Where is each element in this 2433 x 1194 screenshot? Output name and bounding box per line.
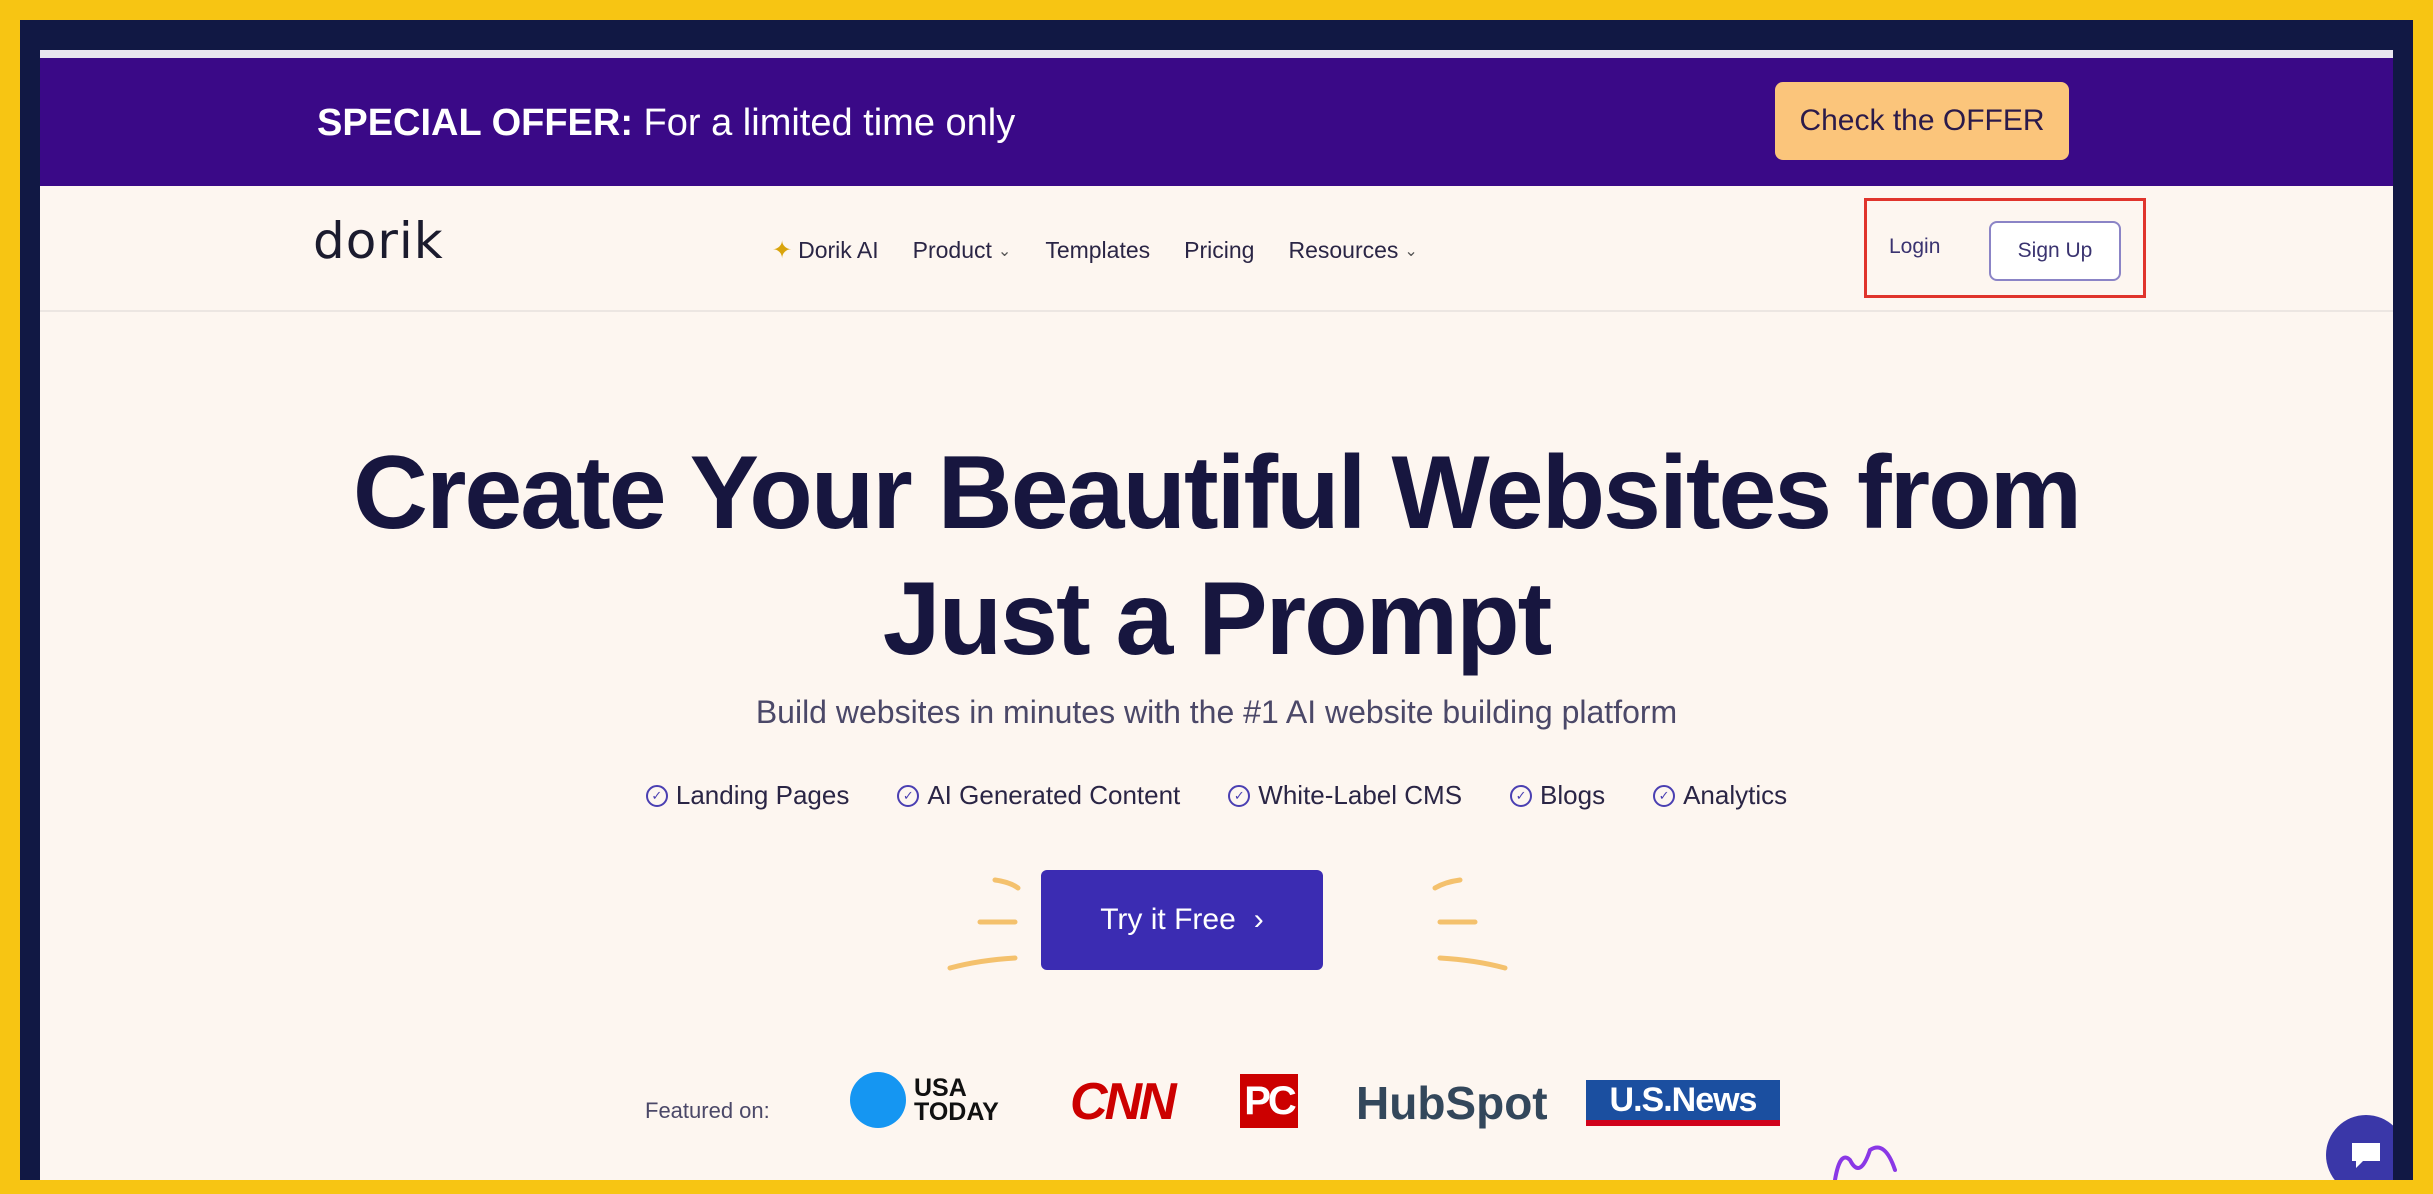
- feature-label: Analytics: [1683, 780, 1788, 810]
- usa-today-line1: USA: [914, 1074, 967, 1102]
- check-offer-button[interactable]: Check the OFFER: [1775, 82, 2069, 160]
- feature-item: ✓ Blogs: [1510, 780, 1605, 811]
- chevron-down-icon: ⌄: [1404, 242, 1418, 260]
- check-circle-icon: ✓: [1653, 784, 1676, 807]
- hero-title: Create Your Beautiful Websites from Just…: [40, 430, 2393, 682]
- decorative-doodle-icon: [1833, 1145, 1897, 1180]
- feature-label: Blogs: [1540, 780, 1606, 810]
- us-news-logo: U.S.News: [1586, 1080, 1780, 1126]
- hubspot-logo: HubSpot: [1356, 1077, 1548, 1129]
- special-offer-bar: SPECIAL OFFER: For a limited time only C…: [40, 58, 2393, 186]
- nav-item-resources[interactable]: Resources ⌄: [1288, 237, 1417, 264]
- try-it-free-button[interactable]: Try it Free ›: [1041, 870, 1323, 970]
- feature-item: ✓ White-Label CMS: [1228, 780, 1462, 811]
- cta-label: Try it Free: [1100, 903, 1236, 936]
- decorative-spark-right-icon: [1432, 877, 1508, 971]
- feature-label: White-Label CMS: [1258, 780, 1463, 810]
- cnn-logo: CNN: [1070, 1073, 1177, 1131]
- hero-title-line1: Create Your Beautiful Websites from: [352, 435, 2082, 551]
- usa-today-line2: TODAY: [914, 1098, 999, 1126]
- usa-today-logo: USA TODAY: [850, 1072, 999, 1128]
- check-circle-icon: ✓: [897, 784, 920, 807]
- nav-label-resources: Resources: [1288, 237, 1399, 263]
- feature-item: ✓ Landing Pages: [645, 780, 850, 811]
- check-circle-icon: ✓: [1510, 784, 1533, 807]
- offer-label-rest: For a limited time only: [633, 102, 1016, 144]
- nav-label-product: Product: [912, 237, 992, 263]
- nav-item-pricing[interactable]: Pricing: [1184, 237, 1254, 264]
- nav-label-dorik-ai: Dorik AI: [798, 237, 879, 263]
- check-circle-icon: ✓: [645, 784, 668, 807]
- hero-subtitle: Build websites in minutes with the #1 AI…: [755, 694, 1678, 730]
- pc-magazine-logo: PC: [1240, 1074, 1298, 1128]
- decorative-spark-left-icon: [947, 877, 1021, 971]
- login-link[interactable]: Login: [1889, 235, 1940, 259]
- feature-item: ✓ AI Generated Content: [897, 780, 1180, 811]
- feature-label: AI Generated Content: [927, 780, 1181, 810]
- sparkle-icon: ✦: [772, 237, 793, 264]
- nav-label-pricing: Pricing: [1184, 237, 1255, 263]
- browser-viewport: SPECIAL OFFER: For a limited time only C…: [40, 50, 2393, 1180]
- check-circle-icon: ✓: [1228, 784, 1251, 807]
- chat-widget-button[interactable]: [2326, 1115, 2393, 1180]
- nav-label-templates: Templates: [1045, 237, 1151, 263]
- chevron-right-icon: ›: [1253, 903, 1264, 936]
- sign-up-button[interactable]: Sign Up: [1989, 221, 2121, 281]
- chat-icon: [2352, 1143, 2380, 1168]
- chevron-down-icon: ⌄: [997, 242, 1012, 260]
- usa-today-dot-icon: [850, 1072, 906, 1128]
- highlight-box: Login Sign Up: [1864, 198, 2146, 298]
- nav-item-product[interactable]: Product ⌄: [913, 237, 1012, 264]
- feature-list: ✓ Landing Pages ✓ AI Generated Content ✓ Wh…: [40, 780, 2393, 811]
- nav-links: ✦ Dorik AI Product ⌄ Templates Pricing R…: [772, 236, 1418, 265]
- offer-label-bold: SPECIAL OFFER:: [317, 102, 633, 144]
- featured-on-label: Featured on:: [645, 1098, 770, 1123]
- dorik-logo[interactable]: dorik: [313, 212, 444, 270]
- feature-item: ✓ Analytics: [1653, 780, 1787, 811]
- feature-label: Landing Pages: [675, 780, 850, 810]
- main-navbar: dorik ✦ Dorik AI Product ⌄ Templates Pri…: [40, 186, 2393, 312]
- offer-text: SPECIAL OFFER: For a limited time only: [317, 102, 1015, 145]
- nav-item-templates[interactable]: Templates: [1045, 237, 1150, 264]
- nav-item-dorik-ai[interactable]: ✦ Dorik AI: [772, 236, 879, 265]
- top-divider: [40, 50, 2393, 58]
- hero-title-line2: Just a Prompt: [882, 561, 1552, 677]
